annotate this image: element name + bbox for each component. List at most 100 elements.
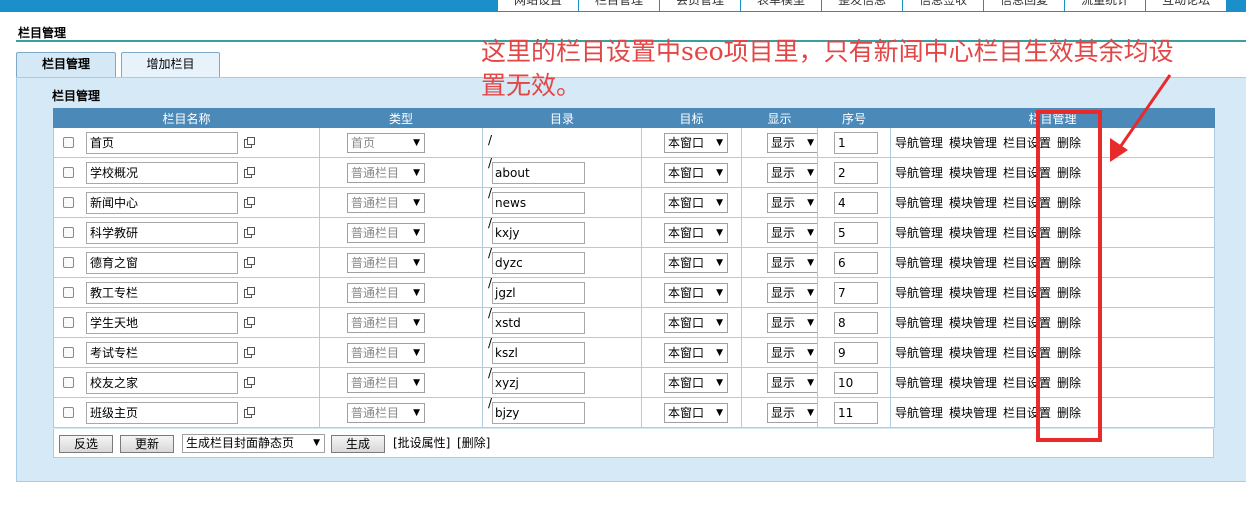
dir-input[interactable]: bjzy	[492, 401, 586, 424]
order-input[interactable]: 1	[834, 131, 878, 154]
row-checkbox[interactable]	[63, 407, 74, 418]
column-name-input[interactable]: 学生天地	[86, 311, 238, 334]
dir-input[interactable]: about	[492, 161, 586, 184]
tab-column-manage[interactable]: 栏目管理	[16, 52, 116, 79]
top-nav-item[interactable]: 互动论坛	[1145, 0, 1226, 11]
generate-button[interactable]: 生成	[331, 435, 385, 453]
column-name-input[interactable]: 学校概况	[86, 161, 238, 184]
copy-icon[interactable]	[244, 197, 255, 208]
module-manage-link[interactable]: 模块管理	[949, 316, 997, 330]
order-input[interactable]: 6	[834, 251, 878, 274]
show-select[interactable]: 显示 ▼	[767, 342, 817, 363]
type-select[interactable]: 普通栏目 ▼	[347, 162, 425, 183]
column-name-input[interactable]: 新闻中心	[86, 191, 238, 214]
top-nav-item[interactable]: 会员管理	[659, 0, 740, 11]
nav-manage-link[interactable]: 导航管理	[895, 166, 943, 180]
nav-manage-link[interactable]: 导航管理	[895, 136, 943, 150]
nav-manage-link[interactable]: 导航管理	[895, 406, 943, 420]
order-input[interactable]: 4	[834, 191, 878, 214]
column-name-input[interactable]: 班级主页	[86, 401, 238, 424]
nav-manage-link[interactable]: 导航管理	[895, 226, 943, 240]
type-select[interactable]: 普通栏目 ▼	[347, 252, 425, 273]
dir-input[interactable]: jgzl	[492, 281, 586, 304]
copy-icon[interactable]	[244, 137, 255, 148]
nav-manage-link[interactable]: 导航管理	[895, 376, 943, 390]
type-select[interactable]: 普通栏目 ▼	[347, 282, 425, 303]
module-manage-link[interactable]: 模块管理	[949, 376, 997, 390]
show-select[interactable]: 显示 ▼	[767, 162, 817, 183]
top-nav-item[interactable]: 表单模型	[740, 0, 821, 11]
row-checkbox[interactable]	[63, 167, 74, 178]
show-select[interactable]: 显示 ▼	[767, 312, 817, 333]
top-nav-item[interactable]: 整发信息	[821, 0, 902, 11]
type-select[interactable]: 普通栏目 ▼	[347, 222, 425, 243]
copy-icon[interactable]	[244, 227, 255, 238]
module-manage-link[interactable]: 模块管理	[949, 136, 997, 150]
column-name-input[interactable]: 校友之家	[86, 371, 238, 394]
row-checkbox[interactable]	[63, 227, 74, 238]
row-checkbox[interactable]	[63, 257, 74, 268]
show-select[interactable]: 显示 ▼	[767, 132, 817, 153]
show-select[interactable]: 显示 ▼	[767, 402, 817, 423]
target-select[interactable]: 本窗口 ▼	[664, 222, 728, 243]
copy-icon[interactable]	[244, 167, 255, 178]
copy-icon[interactable]	[244, 317, 255, 328]
column-name-input[interactable]: 首页	[86, 131, 238, 154]
copy-icon[interactable]	[244, 377, 255, 388]
order-input[interactable]: 10	[834, 371, 878, 394]
dir-input[interactable]: xstd	[492, 311, 586, 334]
top-nav-item[interactable]: 信息回复	[983, 0, 1064, 11]
row-checkbox[interactable]	[63, 317, 74, 328]
target-select[interactable]: 本窗口 ▼	[664, 252, 728, 273]
top-nav-item[interactable]: 信息签收	[902, 0, 983, 11]
target-select[interactable]: 本窗口 ▼	[664, 282, 728, 303]
dir-input[interactable]: news	[492, 191, 586, 214]
row-checkbox[interactable]	[63, 347, 74, 358]
type-select[interactable]: 普通栏目 ▼	[347, 192, 425, 213]
nav-manage-link[interactable]: 导航管理	[895, 316, 943, 330]
delete-link[interactable]: [删除]	[457, 434, 490, 451]
type-select[interactable]: 首页 ▼	[347, 132, 425, 153]
batch-attr-link[interactable]: [批设属性]	[393, 434, 450, 451]
show-select[interactable]: 显示 ▼	[767, 372, 817, 393]
dir-input[interactable]: xyzj	[492, 371, 586, 394]
row-checkbox[interactable]	[63, 137, 74, 148]
order-input[interactable]: 11	[834, 401, 878, 424]
type-select[interactable]: 普通栏目 ▼	[347, 342, 425, 363]
target-select[interactable]: 本窗口 ▼	[664, 402, 728, 423]
column-name-input[interactable]: 教工专栏	[86, 281, 238, 304]
module-manage-link[interactable]: 模块管理	[949, 226, 997, 240]
column-name-input[interactable]: 德育之窗	[86, 251, 238, 274]
column-name-input[interactable]: 科学教研	[86, 221, 238, 244]
type-select[interactable]: 普通栏目 ▼	[347, 372, 425, 393]
show-select[interactable]: 显示 ▼	[767, 222, 817, 243]
row-checkbox[interactable]	[63, 197, 74, 208]
order-input[interactable]: 2	[834, 161, 878, 184]
target-select[interactable]: 本窗口 ▼	[664, 132, 728, 153]
copy-icon[interactable]	[244, 257, 255, 268]
module-manage-link[interactable]: 模块管理	[949, 166, 997, 180]
target-select[interactable]: 本窗口 ▼	[664, 162, 728, 183]
dir-input[interactable]: kxjy	[492, 221, 586, 244]
order-input[interactable]: 5	[834, 221, 878, 244]
copy-icon[interactable]	[244, 347, 255, 358]
nav-manage-link[interactable]: 导航管理	[895, 196, 943, 210]
dir-input[interactable]: kszl	[492, 341, 586, 364]
copy-icon[interactable]	[244, 407, 255, 418]
nav-manage-link[interactable]: 导航管理	[895, 256, 943, 270]
order-input[interactable]: 7	[834, 281, 878, 304]
order-input[interactable]: 8	[834, 311, 878, 334]
dir-input[interactable]: dyzc	[492, 251, 586, 274]
show-select[interactable]: 显示 ▼	[767, 192, 817, 213]
show-select[interactable]: 显示 ▼	[767, 282, 817, 303]
row-checkbox[interactable]	[63, 287, 74, 298]
row-checkbox[interactable]	[63, 377, 74, 388]
type-select[interactable]: 普通栏目 ▼	[347, 312, 425, 333]
top-nav-item[interactable]: 网站设置	[498, 0, 578, 11]
target-select[interactable]: 本窗口 ▼	[664, 372, 728, 393]
update-button[interactable]: 更新	[120, 435, 174, 453]
module-manage-link[interactable]: 模块管理	[949, 346, 997, 360]
module-manage-link[interactable]: 模块管理	[949, 406, 997, 420]
column-name-input[interactable]: 考试专栏	[86, 341, 238, 364]
target-select[interactable]: 本窗口 ▼	[664, 312, 728, 333]
